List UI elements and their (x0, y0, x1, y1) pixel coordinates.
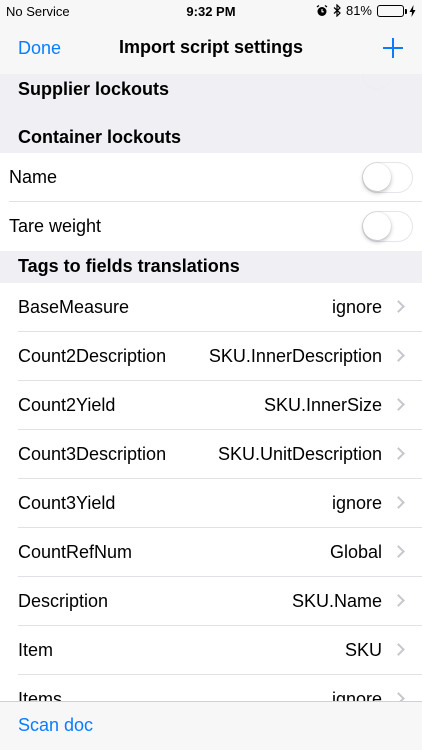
tag-name: CountRefNum (18, 542, 133, 562)
tag-name: Count3Description (18, 444, 167, 464)
translation-row[interactable]: Count2Yield SKU.InnerSize (0, 381, 422, 430)
translation-row[interactable]: CountRefNum Global (0, 528, 422, 577)
plus-icon[interactable] (382, 37, 404, 59)
bottom-toolbar: Scan doc (0, 701, 422, 750)
lockout-row-name: Name (0, 153, 422, 202)
section-header-supplier-lockouts: Supplier lockouts (0, 74, 422, 104)
battery-percent: 81% (345, 3, 372, 18)
scan-doc-button[interactable]: Scan doc (18, 715, 93, 736)
battery-icon (377, 4, 407, 17)
field-value: ignore (331, 689, 382, 701)
name-toggle[interactable] (362, 162, 413, 193)
lockout-row-tare-weight: Tare weight (0, 202, 422, 251)
chevron-right-icon (392, 349, 405, 362)
tag-name: Count3Yield (18, 493, 116, 513)
field-value: ignore (331, 297, 382, 317)
chevron-right-icon (392, 594, 405, 607)
translation-row[interactable]: Count3Yield ignore (0, 479, 422, 528)
page-title: Import script settings (118, 37, 304, 57)
section-header-container-lockouts: Container lockouts (0, 122, 422, 152)
bluetooth-icon (333, 4, 341, 17)
field-value: ignore (331, 493, 382, 513)
tag-name: Count2Yield (18, 395, 116, 415)
field-value: SKU.InnerSize (263, 395, 382, 415)
translation-row[interactable]: Count3Description SKU.UnitDescription (0, 430, 422, 479)
chevron-right-icon (392, 300, 405, 313)
settings-table[interactable]: Supplier lockouts Container lockouts Nam… (0, 74, 422, 701)
tag-name: Item (18, 640, 54, 660)
chevron-right-icon (392, 545, 405, 558)
tare-weight-toggle[interactable] (362, 211, 413, 242)
chevron-right-icon (392, 643, 405, 656)
chevron-right-icon (392, 447, 405, 460)
tag-name: Count2Description (18, 346, 167, 366)
toggle-knob (363, 212, 391, 240)
tag-name: BaseMeasure (18, 297, 130, 317)
tag-name: Items (18, 689, 63, 701)
chevron-right-icon (392, 496, 405, 509)
field-value: SKU.UnitDescription (217, 444, 382, 464)
status-icons: 81% (316, 3, 416, 18)
alarm-icon (316, 4, 328, 16)
chevron-right-icon (392, 692, 405, 701)
translation-row[interactable]: Item SKU (0, 626, 422, 675)
field-value: Global (329, 542, 382, 562)
field-value: SKU.Name (291, 591, 382, 611)
field-value: SKU.InnerDescription (208, 346, 382, 366)
field-value: SKU (344, 640, 382, 660)
status-bar: No Service 9:32 PM 81% (0, 0, 422, 24)
tag-name: Description (18, 591, 109, 611)
translation-row[interactable]: Description SKU.Name (0, 577, 422, 626)
charging-icon (409, 4, 416, 17)
translation-row[interactable]: Count2Description SKU.InnerDescription (0, 332, 422, 381)
lockout-label: Tare weight (9, 216, 102, 236)
translation-row[interactable]: BaseMeasure ignore (0, 283, 422, 332)
translation-row[interactable]: Items ignore (0, 675, 422, 701)
toggle-knob (363, 163, 391, 191)
lockout-label: Name (9, 167, 58, 187)
section-header-tags-to-fields: Tags to fields translations (0, 251, 422, 283)
navigation-bar: Done Import script settings (0, 24, 422, 74)
chevron-right-icon (392, 398, 405, 411)
